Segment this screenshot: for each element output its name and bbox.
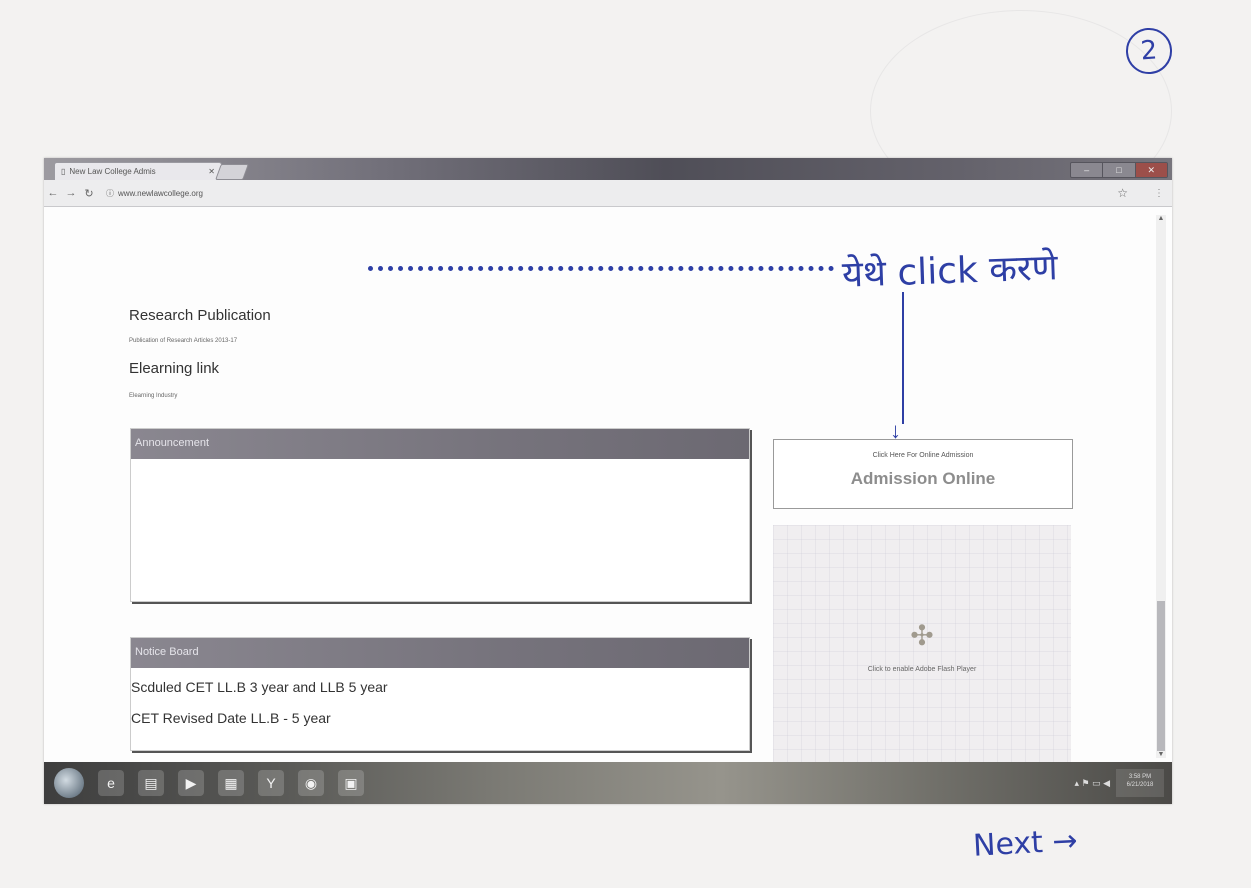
media-player-icon[interactable]: ▶: [178, 770, 204, 796]
window-controls: – □ ✕: [1070, 162, 1168, 178]
announcement-panel: Announcement: [130, 428, 750, 602]
notice-item[interactable]: Scduled CET LL.B 3 year and LLB 5 year: [131, 675, 749, 699]
info-icon: ⓘ: [106, 188, 114, 198]
new-tab-button[interactable]: [215, 164, 249, 180]
vertical-scrollbar[interactable]: ▲ ▼: [1156, 215, 1166, 758]
elearning-link[interactable]: Elearning link: [129, 360, 219, 377]
browser-tab[interactable]: ▯ New Law College Admis ✕: [54, 162, 222, 180]
folder-icon[interactable]: ▤: [138, 770, 164, 796]
scrollbar-thumb[interactable]: [1157, 601, 1165, 751]
notice-board-header: Notice Board: [131, 638, 749, 668]
research-publication-subtitle: Publication of Research Articles 2013-17: [129, 338, 238, 344]
close-window-icon[interactable]: ✕: [1135, 163, 1167, 177]
scroll-down-icon[interactable]: ▼: [1156, 751, 1166, 758]
down-arrow-icon: ↓: [890, 418, 901, 443]
close-tab-icon[interactable]: ✕: [208, 167, 215, 176]
page-icon: ▯: [61, 167, 66, 176]
handwritten-dotted-line: [368, 266, 834, 271]
next-label: Next →: [972, 823, 1079, 864]
elearning-subtitle: Elearning Industry: [129, 393, 178, 399]
clock-date: 6/21/2018: [1126, 782, 1154, 789]
scroll-up-icon[interactable]: ▲: [1156, 215, 1166, 222]
clock[interactable]: 3:58 PM 6/21/2018: [1116, 769, 1164, 797]
plugin-puzzle-icon: ✣: [910, 620, 934, 651]
yandex-icon[interactable]: Y: [258, 770, 284, 796]
ie-icon[interactable]: e: [98, 770, 124, 796]
research-publication-link[interactable]: Research Publication: [129, 307, 271, 324]
system-tray: ▴ ⚑ ▭ ◀ 3:58 PM 6/21/2018: [1074, 769, 1164, 797]
back-arrow-icon[interactable]: ←: [44, 187, 62, 199]
browser-toolbar: ← → ↻ ⓘ www.newlawcollege.org ☆ ⋮: [44, 180, 1172, 207]
menu-icon[interactable]: ⋮: [1154, 188, 1164, 199]
admission-caption: Click Here For Online Admission: [872, 452, 974, 459]
window-icon[interactable]: ▣: [338, 770, 364, 796]
clock-time: 3:58 PM: [1128, 774, 1152, 780]
start-button[interactable]: [54, 768, 84, 798]
flash-message: Click to enable Adobe Flash Player: [867, 666, 977, 673]
chrome-icon[interactable]: ◉: [298, 770, 324, 796]
bookmark-star-icon[interactable]: ☆: [1117, 186, 1128, 200]
minimize-icon[interactable]: –: [1071, 163, 1104, 177]
windows-taskbar: e ▤ ▶ ▦ Y ◉ ▣ ▴ ⚑ ▭ ◀ 3:58 PM 6/21/2018: [44, 762, 1172, 804]
document-icon[interactable]: ▦: [218, 770, 244, 796]
admission-label: Admission Online: [850, 469, 996, 488]
notice-item[interactable]: CET Revised Date LL.B - 5 year: [131, 706, 749, 730]
announcement-header: Announcement: [131, 429, 749, 459]
browser-tab-bar: ▯ New Law College Admis ✕ – □ ✕: [44, 158, 1172, 180]
url-text: www.newlawcollege.org: [118, 188, 203, 198]
reload-icon[interactable]: ↻: [80, 187, 98, 200]
maximize-icon[interactable]: □: [1103, 163, 1136, 177]
tab-title: New Law College Admis: [69, 167, 156, 176]
tray-icons[interactable]: ▴ ⚑ ▭ ◀: [1074, 778, 1110, 789]
flash-player-placeholder[interactable]: ✣ Click to enable Adobe Flash Player: [773, 525, 1071, 767]
handwritten-arrow-line: [902, 292, 904, 424]
admission-online-button[interactable]: Click Here For Online Admission Admissio…: [773, 439, 1073, 509]
address-bar[interactable]: ⓘ www.newlawcollege.org: [106, 185, 1109, 201]
handwritten-click-note: येथे click करणे: [841, 247, 1059, 296]
forward-arrow-icon[interactable]: →: [62, 187, 80, 199]
notice-board-panel: Notice Board Scduled CET LL.B 3 year and…: [130, 637, 750, 751]
